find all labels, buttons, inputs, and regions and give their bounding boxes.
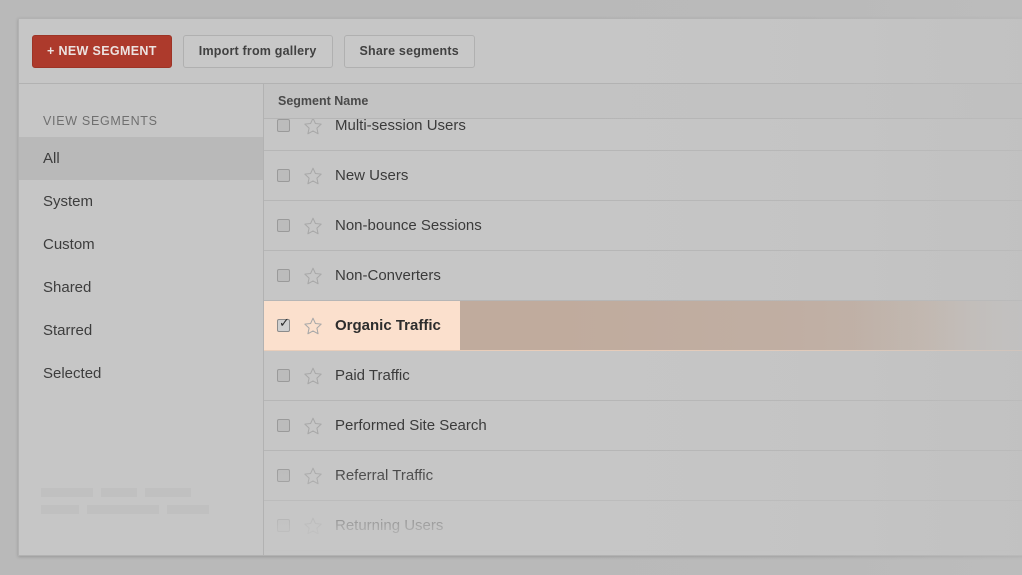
segment-checkbox[interactable] bbox=[277, 369, 290, 382]
segment-name-label: New Users bbox=[335, 167, 408, 184]
segment-row[interactable]: ✓ Organic Traffic bbox=[264, 301, 1022, 351]
sidebar-ghost-text bbox=[41, 488, 226, 514]
segment-row[interactable]: Paid Traffic bbox=[264, 351, 1022, 401]
segment-name-label: Referral Traffic bbox=[335, 467, 433, 484]
sidebar-item-label: Shared bbox=[43, 279, 91, 296]
sidebar-item-starred[interactable]: Starred bbox=[19, 309, 263, 352]
sidebar-item-label: Custom bbox=[43, 236, 95, 253]
segment-row[interactable]: Non-Converters bbox=[264, 251, 1022, 301]
segment-checkbox[interactable] bbox=[277, 269, 290, 282]
segment-name-label: Returning Users bbox=[335, 517, 443, 534]
segment-list-rows: Multi-session Users New Users Non-bounce S… bbox=[264, 119, 1022, 551]
star-icon[interactable] bbox=[303, 466, 323, 486]
dialog-toolbar: + NEW SEGMENT Import from gallery Share … bbox=[19, 19, 1022, 84]
sidebar-item-all[interactable]: All bbox=[19, 137, 263, 180]
segment-checkbox[interactable] bbox=[277, 469, 290, 482]
segment-checkbox[interactable] bbox=[277, 419, 290, 432]
segment-name-label: Organic Traffic bbox=[335, 317, 441, 334]
segment-row[interactable]: Referral Traffic bbox=[264, 451, 1022, 501]
share-segments-button[interactable]: Share segments bbox=[344, 35, 475, 68]
segments-dialog-scene: + NEW SEGMENT Import from gallery Share … bbox=[0, 0, 1022, 575]
sidebar-item-label: Selected bbox=[43, 365, 101, 382]
sidebar-item-label: System bbox=[43, 193, 93, 210]
import-from-gallery-button[interactable]: Import from gallery bbox=[183, 35, 333, 68]
sidebar-item-list: All System Custom Shared Starred Selected bbox=[19, 137, 263, 395]
segment-checkbox[interactable] bbox=[277, 119, 290, 132]
sidebar-item-system[interactable]: System bbox=[19, 180, 263, 223]
segment-name-label: Non-Converters bbox=[335, 267, 441, 284]
segment-row[interactable]: Non-bounce Sessions bbox=[264, 201, 1022, 251]
segment-name-label: Non-bounce Sessions bbox=[335, 217, 482, 234]
dialog-body: VIEW SEGMENTS All System Custom Shared Starr… bbox=[19, 84, 1022, 556]
segment-name-column-header: Segment Name bbox=[264, 84, 1022, 119]
star-icon[interactable] bbox=[303, 266, 323, 286]
segment-row[interactable]: Multi-session Users bbox=[264, 119, 1022, 151]
star-icon[interactable] bbox=[303, 366, 323, 386]
sidebar-item-label: All bbox=[43, 150, 60, 167]
sidebar-item-selected[interactable]: Selected bbox=[19, 352, 263, 395]
sidebar-item-label: Starred bbox=[43, 322, 92, 339]
segment-row[interactable]: Returning Users bbox=[264, 501, 1022, 551]
segment-list-scroll[interactable]: Multi-session Users New Users Non-bounce S… bbox=[264, 119, 1022, 556]
star-icon[interactable] bbox=[303, 119, 323, 136]
star-icon[interactable] bbox=[303, 216, 323, 236]
segment-name-label: Performed Site Search bbox=[335, 417, 487, 434]
star-icon[interactable] bbox=[303, 416, 323, 436]
segment-row[interactable]: Performed Site Search bbox=[264, 401, 1022, 451]
sidebar-item-shared[interactable]: Shared bbox=[19, 266, 263, 309]
view-segments-sidebar: VIEW SEGMENTS All System Custom Shared Starr… bbox=[19, 84, 264, 556]
sidebar-item-custom[interactable]: Custom bbox=[19, 223, 263, 266]
segments-dialog: + NEW SEGMENT Import from gallery Share … bbox=[18, 18, 1022, 556]
sidebar-title: VIEW SEGMENTS bbox=[19, 111, 263, 137]
selected-row-highlight-extension bbox=[460, 301, 1022, 350]
segment-checkbox[interactable] bbox=[277, 169, 290, 182]
segment-name-label: Paid Traffic bbox=[335, 367, 410, 384]
segment-list-panel: Segment Name Multi-session Users New User… bbox=[264, 84, 1022, 556]
segment-name-label: Multi-session Users bbox=[335, 119, 466, 134]
new-segment-button[interactable]: + NEW SEGMENT bbox=[32, 35, 172, 68]
segment-row[interactable]: New Users bbox=[264, 151, 1022, 201]
segment-checkbox[interactable] bbox=[277, 219, 290, 232]
segment-checkbox[interactable] bbox=[277, 519, 290, 532]
segment-name-column-header-label: Segment Name bbox=[278, 94, 368, 108]
star-icon[interactable] bbox=[303, 316, 323, 336]
segment-checkbox[interactable]: ✓ bbox=[277, 319, 290, 332]
star-icon[interactable] bbox=[303, 166, 323, 186]
star-icon[interactable] bbox=[303, 516, 323, 536]
